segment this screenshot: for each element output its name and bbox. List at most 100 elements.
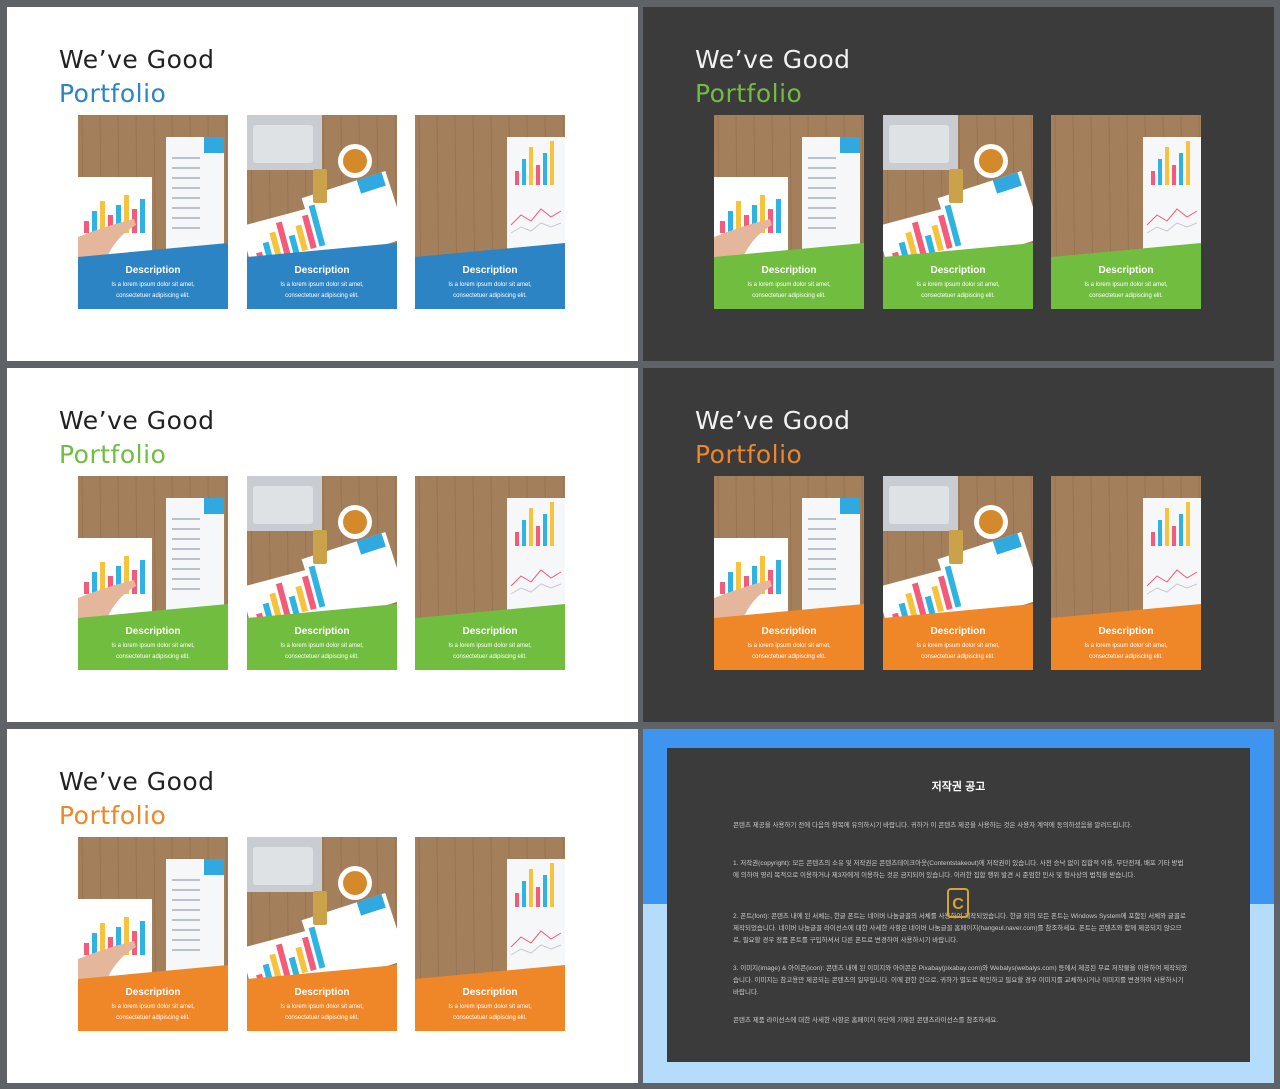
title-line-2: Portfolio bbox=[59, 801, 167, 830]
card-description-line: consectetuer adipiscing elit. bbox=[752, 654, 826, 660]
portfolio-slide: We’ve Good Portfolio Description Is a lorem… bbox=[643, 368, 1274, 722]
card-description-line: consectetuer adipiscing elit. bbox=[116, 654, 190, 660]
portfolio-card: Description Is a lorem ipsum dolor sit am… bbox=[78, 837, 228, 1031]
slide-title: We’ve Good Portfolio bbox=[59, 765, 215, 833]
card-title: Description bbox=[125, 626, 181, 637]
notice-paragraph: 콘텐츠 제품 라이선스에 대한 사세한 사항은 홈페이지 하단에 기재된 콘텐츠… bbox=[733, 1017, 999, 1024]
card-title: Description bbox=[1098, 265, 1154, 276]
card-title: Description bbox=[930, 626, 986, 637]
portfolio-card: Description Is a lorem ipsum dolor sit am… bbox=[714, 115, 864, 309]
portfolio-card: Description Is a lorem ipsum dolor sit am… bbox=[247, 476, 397, 670]
card-description-line: Is a lorem ipsum dolor sit amet, bbox=[280, 643, 364, 649]
card-description: Is a lorem ipsum dolor sit amet, consecte… bbox=[883, 280, 1033, 302]
card-description-line: Is a lorem ipsum dolor sit amet, bbox=[111, 282, 195, 288]
card-description: Is a lorem ipsum dolor sit amet, consecte… bbox=[247, 641, 397, 663]
card-description: Is a lorem ipsum dolor sit amet, consecte… bbox=[415, 641, 565, 663]
portfolio-card: Description Is a lorem ipsum dolor sit am… bbox=[714, 476, 864, 670]
portfolio-card: Description Is a lorem ipsum dolor sit am… bbox=[78, 476, 228, 670]
card-description-line: Is a lorem ipsum dolor sit amet, bbox=[280, 282, 364, 288]
watermark-logo: C bbox=[947, 888, 969, 918]
copyright-notice-slide: 저작권 공고 콘텐츠 제공을 사용하기 전에 다음의 항목에 유의하시기 바랍니… bbox=[643, 729, 1274, 1083]
portfolio-card: Description Is a lorem ipsum dolor sit am… bbox=[247, 115, 397, 309]
title-line-1: We’ve Good bbox=[59, 406, 215, 435]
card-description: Is a lorem ipsum dolor sit amet, consecte… bbox=[247, 280, 397, 302]
card-title: Description bbox=[1098, 626, 1154, 637]
card-title: Description bbox=[930, 265, 986, 276]
portfolio-slide: We’ve Good Portfolio Description Is a lorem… bbox=[7, 7, 638, 361]
card-description-line: consectetuer adipiscing elit. bbox=[116, 293, 190, 299]
card-description-line: consectetuer adipiscing elit. bbox=[285, 654, 359, 660]
card-description-line: Is a lorem ipsum dolor sit amet, bbox=[448, 1004, 532, 1010]
slide-title: We’ve Good Portfolio bbox=[695, 404, 851, 472]
notice-paragraph: 콘텐츠 제공을 사용하기 전에 다음의 항목에 유의하시기 바랍니다. 귀하가 … bbox=[733, 822, 1133, 829]
card-description: Is a lorem ipsum dolor sit amet, consecte… bbox=[714, 280, 864, 302]
card-title: Description bbox=[294, 265, 350, 276]
portfolio-card: Description Is a lorem ipsum dolor sit am… bbox=[883, 476, 1033, 670]
card-description-line: consectetuer adipiscing elit. bbox=[453, 654, 527, 660]
portfolio-card: Description Is a lorem ipsum dolor sit am… bbox=[415, 837, 565, 1031]
slide-title: We’ve Good Portfolio bbox=[59, 43, 215, 111]
card-description-line: Is a lorem ipsum dolor sit amet, bbox=[111, 643, 195, 649]
card-description-line: Is a lorem ipsum dolor sit amet, bbox=[448, 643, 532, 649]
portfolio-slide: We’ve Good Portfolio Description Is a lorem… bbox=[7, 368, 638, 722]
title-line-1: We’ve Good bbox=[59, 45, 215, 74]
card-description-line: Is a lorem ipsum dolor sit amet, bbox=[448, 282, 532, 288]
slide-title: We’ve Good Portfolio bbox=[695, 43, 851, 111]
card-description-line: consectetuer adipiscing elit. bbox=[921, 293, 995, 299]
notice-box: 저작권 공고 콘텐츠 제공을 사용하기 전에 다음의 항목에 유의하시기 바랍니… bbox=[667, 748, 1250, 1062]
portfolio-card: Description Is a lorem ipsum dolor sit am… bbox=[883, 115, 1033, 309]
portfolio-card: Description Is a lorem ipsum dolor sit am… bbox=[1051, 476, 1201, 670]
notice-paragraph: 1. 저작권(copyright): 모든 콘텐츠의 소유 및 저작권은 콘텐츠… bbox=[733, 860, 1184, 879]
card-description-line: Is a lorem ipsum dolor sit amet, bbox=[280, 1004, 364, 1010]
card-description: Is a lorem ipsum dolor sit amet, consecte… bbox=[415, 1002, 565, 1024]
portfolio-slide: We’ve Good Portfolio Description Is a lorem… bbox=[643, 7, 1274, 361]
card-description-line: Is a lorem ipsum dolor sit amet, bbox=[1084, 643, 1168, 649]
title-line-2: Portfolio bbox=[59, 79, 167, 108]
card-description-line: Is a lorem ipsum dolor sit amet, bbox=[747, 282, 831, 288]
title-line-1: We’ve Good bbox=[59, 767, 215, 796]
title-line-2: Portfolio bbox=[59, 440, 167, 469]
card-title: Description bbox=[462, 265, 518, 276]
card-description: Is a lorem ipsum dolor sit amet, consecte… bbox=[78, 641, 228, 663]
card-description: Is a lorem ipsum dolor sit amet, consecte… bbox=[415, 280, 565, 302]
portfolio-card: Description Is a lorem ipsum dolor sit am… bbox=[78, 115, 228, 309]
slide-title: We’ve Good Portfolio bbox=[59, 404, 215, 472]
card-description: Is a lorem ipsum dolor sit amet, consecte… bbox=[1051, 641, 1201, 663]
card-description-line: consectetuer adipiscing elit. bbox=[1089, 654, 1163, 660]
notice-title: 저작권 공고 bbox=[931, 781, 986, 793]
title-line-1: We’ve Good bbox=[695, 45, 851, 74]
svg-text:C: C bbox=[952, 896, 964, 913]
card-description-line: consectetuer adipiscing elit. bbox=[453, 1015, 527, 1021]
portfolio-card: Description Is a lorem ipsum dolor sit am… bbox=[247, 837, 397, 1031]
card-description-line: consectetuer adipiscing elit. bbox=[453, 293, 527, 299]
card-description-line: consectetuer adipiscing elit. bbox=[285, 293, 359, 299]
title-line-1: We’ve Good bbox=[695, 406, 851, 435]
card-description: Is a lorem ipsum dolor sit amet, consecte… bbox=[1051, 280, 1201, 302]
card-description-line: consectetuer adipiscing elit. bbox=[285, 1015, 359, 1021]
title-line-2: Portfolio bbox=[695, 79, 803, 108]
card-description-line: Is a lorem ipsum dolor sit amet, bbox=[916, 282, 1000, 288]
card-description: Is a lorem ipsum dolor sit amet, consecte… bbox=[247, 1002, 397, 1024]
card-description-line: Is a lorem ipsum dolor sit amet, bbox=[916, 643, 1000, 649]
portfolio-card: Description Is a lorem ipsum dolor sit am… bbox=[1051, 115, 1201, 309]
card-title: Description bbox=[761, 626, 817, 637]
card-title: Description bbox=[294, 626, 350, 637]
card-description-line: consectetuer adipiscing elit. bbox=[921, 654, 995, 660]
card-title: Description bbox=[294, 987, 350, 998]
card-description-line: Is a lorem ipsum dolor sit amet, bbox=[747, 643, 831, 649]
card-description-line: Is a lorem ipsum dolor sit amet, bbox=[1084, 282, 1168, 288]
card-description-line: consectetuer adipiscing elit. bbox=[116, 1015, 190, 1021]
notice-paragraph: 3. 이미지(image) & 아이콘(icon): 콘텐츠 내에 된 이미지와… bbox=[733, 965, 1188, 996]
card-title: Description bbox=[462, 987, 518, 998]
card-description: Is a lorem ipsum dolor sit amet, consecte… bbox=[714, 641, 864, 663]
title-line-2: Portfolio bbox=[695, 440, 803, 469]
portfolio-card: Description Is a lorem ipsum dolor sit am… bbox=[415, 115, 565, 309]
card-title: Description bbox=[125, 987, 181, 998]
card-title: Description bbox=[125, 265, 181, 276]
card-description-line: Is a lorem ipsum dolor sit amet, bbox=[111, 1004, 195, 1010]
card-description-line: consectetuer adipiscing elit. bbox=[1089, 293, 1163, 299]
card-description: Is a lorem ipsum dolor sit amet, consecte… bbox=[883, 641, 1033, 663]
portfolio-card: Description Is a lorem ipsum dolor sit am… bbox=[415, 476, 565, 670]
card-description: Is a lorem ipsum dolor sit amet, consecte… bbox=[78, 1002, 228, 1024]
card-description: Is a lorem ipsum dolor sit amet, consecte… bbox=[78, 280, 228, 302]
